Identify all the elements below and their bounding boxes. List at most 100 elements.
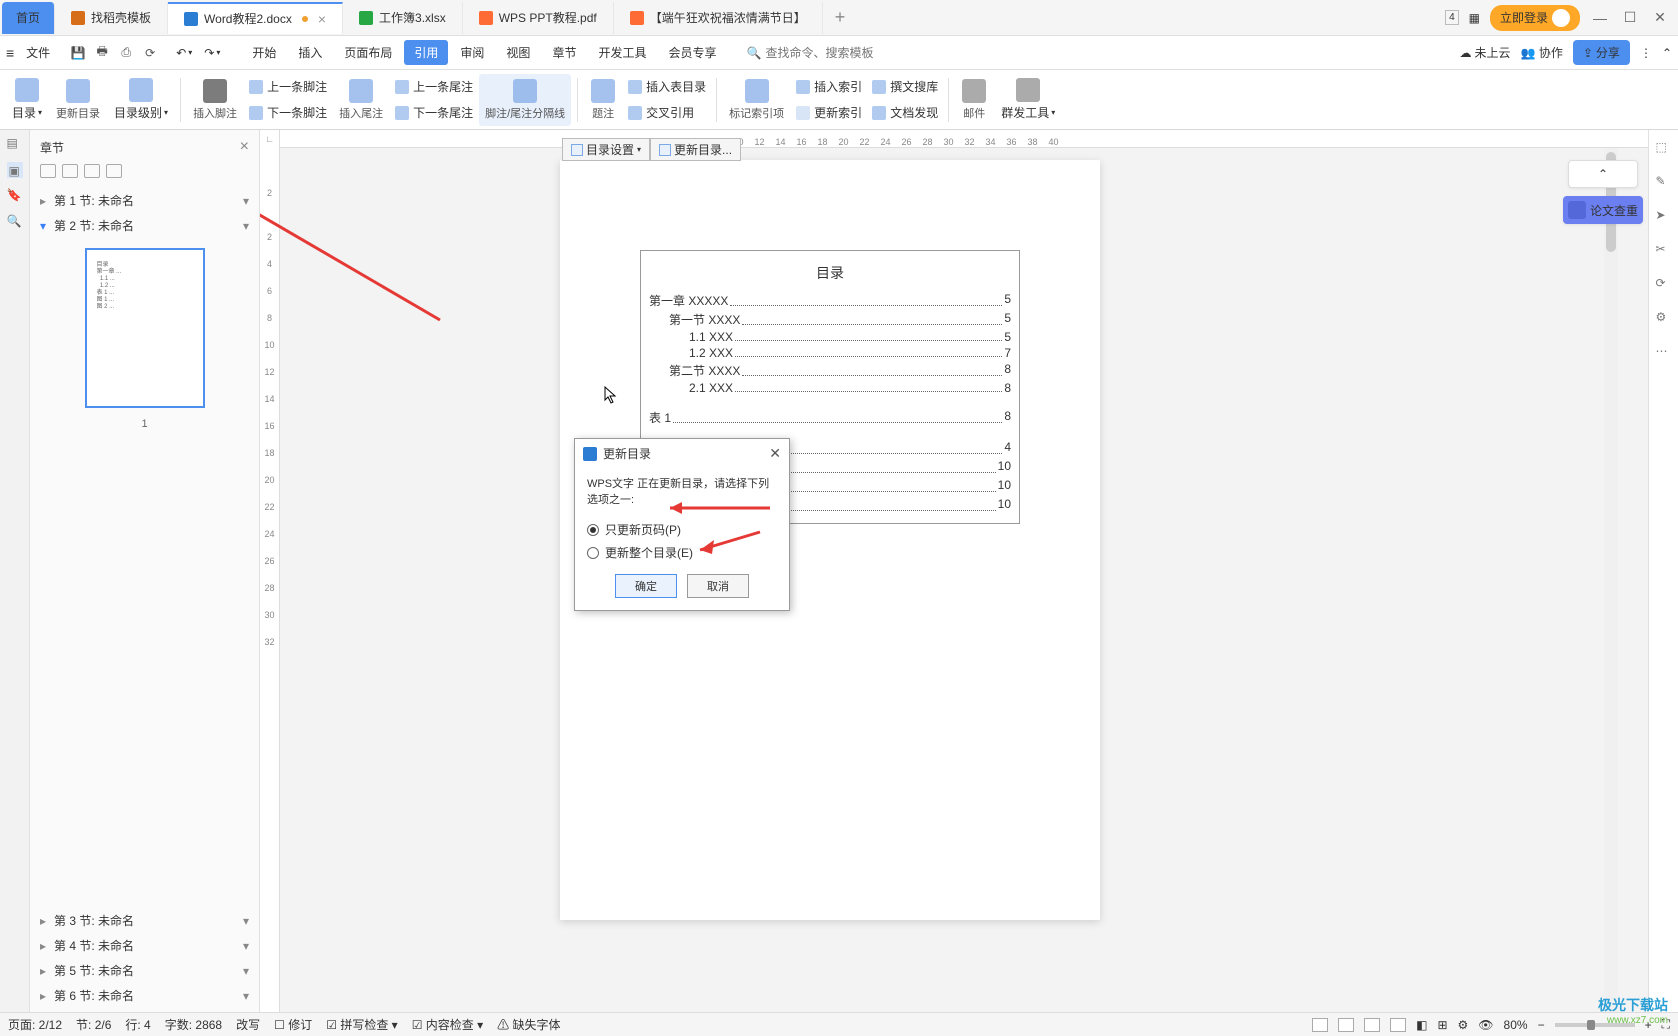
grid-icon[interactable]: ▦: [1469, 11, 1480, 25]
caption-button[interactable]: 题注: [584, 74, 622, 126]
refresh-icon[interactable]: ⟳: [140, 43, 160, 63]
insert-endnote-button[interactable]: 插入尾注: [333, 74, 389, 126]
document-canvas[interactable]: ∟ 64224681012141618202224262830323436384…: [260, 130, 1648, 1012]
rtab-start[interactable]: 开始: [242, 40, 286, 65]
tab-sheet[interactable]: 工作簿3.xlsx: [343, 2, 463, 34]
paper-check-button[interactable]: 论文查重: [1563, 196, 1643, 224]
next-footnote[interactable]: 下一条脚注: [249, 101, 327, 125]
nav-tool-add[interactable]: [84, 164, 100, 178]
footnote-separator-button[interactable]: 脚注/尾注分隔线: [479, 74, 571, 126]
tree-item[interactable]: ▸第 5 节: 未命名▾: [30, 958, 259, 983]
dialog-titlebar[interactable]: 更新目录 ✕: [575, 439, 789, 468]
clip-icon[interactable]: ✂: [1656, 242, 1672, 258]
toc-settings-button[interactable]: 目录设置▾: [562, 138, 650, 161]
status-row[interactable]: 行: 4: [125, 1016, 150, 1033]
status-spell[interactable]: ☑ 拼写检查 ▾: [326, 1016, 397, 1033]
fit-icon[interactable]: ◧: [1416, 1018, 1427, 1032]
prev-footnote[interactable]: 上一条脚注: [249, 75, 327, 99]
gear-icon[interactable]: ⚙: [1656, 310, 1672, 326]
redo-button[interactable]: ↷: [204, 46, 214, 60]
file-menu[interactable]: 文件: [18, 44, 58, 61]
menu-icon[interactable]: ▾: [243, 964, 249, 978]
fit2-icon[interactable]: ⊞: [1437, 1018, 1447, 1032]
mail-button[interactable]: 邮件: [955, 74, 993, 126]
tab-home[interactable]: 首页: [2, 2, 55, 34]
update-index[interactable]: 更新索引: [796, 101, 862, 125]
settings2-icon[interactable]: ⚙: [1458, 1018, 1469, 1032]
refresh2-icon[interactable]: ⟳: [1656, 276, 1672, 292]
status-track[interactable]: ☐ 修订: [274, 1016, 312, 1033]
view-read-icon[interactable]: [1390, 1018, 1406, 1032]
close-button[interactable]: ✕: [1650, 8, 1670, 28]
tab-template[interactable]: 找稻壳模板: [55, 2, 168, 34]
maximize-button[interactable]: ☐: [1620, 8, 1640, 28]
insert-fig-toc[interactable]: 插入表目录: [628, 75, 706, 99]
rail-search-icon[interactable]: 🔍: [7, 214, 23, 230]
prev-endnote[interactable]: 上一条尾注: [395, 75, 473, 99]
zoom-out[interactable]: −: [1538, 1018, 1545, 1032]
tree-menu-icon[interactable]: ▾: [243, 219, 249, 233]
menu-icon[interactable]: ▾: [243, 914, 249, 928]
tree-menu-icon[interactable]: ▾: [243, 194, 249, 208]
collab-button[interactable]: 👥 协作: [1521, 44, 1563, 61]
tree-item[interactable]: ▸第 3 节: 未命名▾: [30, 908, 259, 933]
status-words[interactable]: 字数: 2868: [165, 1016, 222, 1033]
login-button[interactable]: 立即登录: [1490, 5, 1580, 31]
view-outline-icon[interactable]: [1338, 1018, 1354, 1032]
select-icon[interactable]: ➤: [1656, 208, 1672, 224]
close-icon[interactable]: ×: [318, 11, 326, 27]
print-icon[interactable]: 🖶: [92, 43, 112, 63]
doc-share[interactable]: 文档发现: [872, 101, 938, 125]
tab-word-doc[interactable]: Word教程2.docx×: [168, 2, 343, 34]
zoom-value[interactable]: 80%: [1504, 1018, 1528, 1032]
menu-icon[interactable]: ▾: [243, 939, 249, 953]
float-collapse[interactable]: ⌃: [1568, 160, 1638, 188]
bookmark-icon[interactable]: 🔖: [7, 188, 23, 204]
badge-icon[interactable]: 4: [1445, 10, 1459, 25]
undo-dropdown[interactable]: ▾: [188, 48, 192, 57]
vertical-scrollbar[interactable]: [1604, 148, 1618, 1012]
cloud-status[interactable]: ☁未上云: [1460, 44, 1511, 61]
ruler-vertical[interactable]: 22468101214161820222426283032: [260, 148, 280, 1012]
nav-tool-remove[interactable]: [106, 164, 122, 178]
command-search[interactable]: 🔍: [746, 46, 905, 60]
radio-page-numbers[interactable]: 只更新页码(P): [587, 518, 777, 541]
tab-ppt[interactable]: 【端午狂欢祝福浓情满节日】: [614, 2, 823, 34]
rtab-layout[interactable]: 页面布局: [334, 40, 402, 65]
redo-dropdown[interactable]: ▾: [216, 48, 220, 57]
mark-entry-button[interactable]: 标记索引项: [723, 74, 790, 126]
status-overwrite[interactable]: 改写: [236, 1016, 260, 1033]
tab-pdf[interactable]: WPS PPT教程.pdf: [463, 2, 614, 34]
pen-icon[interactable]: ✎: [1656, 174, 1672, 190]
more-icon[interactable]: ⋮: [1640, 46, 1652, 60]
minimize-button[interactable]: —: [1590, 8, 1610, 28]
toc-button[interactable]: 目录▾: [6, 74, 48, 126]
toc-level-button[interactable]: 目录级别▾: [108, 74, 174, 126]
ok-button[interactable]: 确定: [615, 574, 677, 598]
group-tool-button[interactable]: 群发工具▾: [995, 74, 1061, 126]
new-tab-button[interactable]: +: [823, 7, 858, 28]
style-icon[interactable]: ⬚: [1656, 140, 1672, 156]
outline-icon[interactable]: ▤: [7, 136, 23, 152]
update-toc-button[interactable]: 更新目录: [50, 74, 106, 126]
toc-update-button[interactable]: 更新目录...: [650, 138, 741, 161]
nav-tool-collapse[interactable]: [62, 164, 78, 178]
status-content[interactable]: ☑ 内容检查 ▾: [412, 1016, 483, 1033]
status-section[interactable]: 节: 2/6: [76, 1016, 111, 1033]
rtab-section[interactable]: 章节: [542, 40, 586, 65]
eye-icon[interactable]: 👁: [1478, 1018, 1493, 1032]
menu-icon[interactable]: ≡: [6, 45, 14, 61]
rtab-vip[interactable]: 会员专享: [658, 40, 726, 65]
undo-button[interactable]: ↶: [176, 46, 186, 60]
rtab-dev[interactable]: 开发工具: [588, 40, 656, 65]
doc-search[interactable]: 撰文搜库: [872, 75, 938, 99]
insert-index[interactable]: 插入索引: [796, 75, 862, 99]
insert-footnote-button[interactable]: 插入脚注: [187, 74, 243, 126]
cancel-button[interactable]: 取消: [687, 574, 749, 598]
nav-close-icon[interactable]: ×: [240, 138, 249, 156]
rtab-insert[interactable]: 插入: [288, 40, 332, 65]
nav-tool-expand[interactable]: [40, 164, 56, 178]
share-button[interactable]: ⇪分享: [1573, 40, 1630, 65]
next-endnote[interactable]: 下一条尾注: [395, 101, 473, 125]
more-tools-icon[interactable]: ⋯: [1656, 344, 1672, 360]
